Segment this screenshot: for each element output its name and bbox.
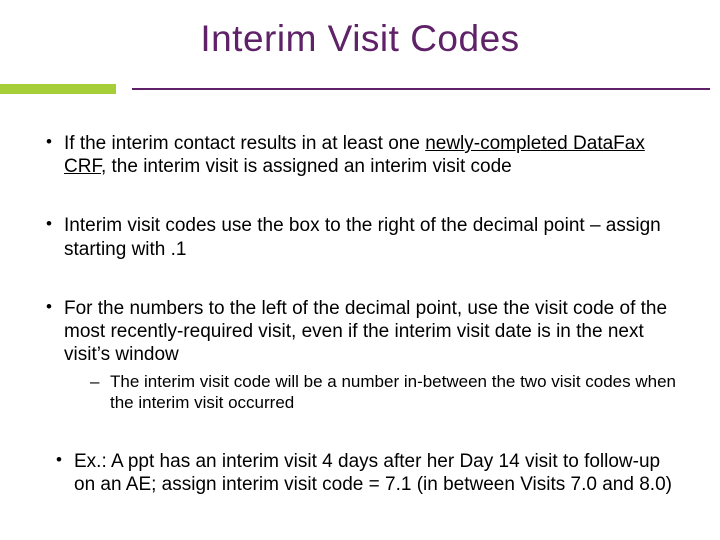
bullet-item: Ex.: A ppt has an interim visit 4 days a…: [54, 450, 676, 496]
bullet-text: Ex.: A ppt has an interim visit 4 days a…: [74, 451, 672, 495]
content-area: If the interim contact results in at lea…: [0, 132, 720, 496]
divider-line: [132, 88, 710, 94]
slide-title: Interim Visit Codes: [0, 18, 720, 60]
bullet-text: Interim visit codes use the box to the r…: [64, 215, 661, 259]
bullet-item: Interim visit codes use the box to the r…: [44, 214, 676, 260]
bullet-list: If the interim contact results in at lea…: [44, 132, 676, 414]
title-area: Interim Visit Codes: [0, 0, 720, 84]
sub-bullet-item: The interim visit code will be a number …: [64, 372, 676, 413]
accent-block: [0, 84, 116, 94]
bullet-text-pre: If the interim contact results in at lea…: [64, 133, 425, 154]
bullet-item: For the numbers to the left of the decim…: [44, 297, 676, 414]
sub-list: The interim visit code will be a number …: [64, 372, 676, 413]
bullet-item: If the interim contact results in at lea…: [44, 132, 676, 178]
bullet-text-post: , the interim visit is assigned an inter…: [101, 156, 512, 177]
divider-row: [0, 84, 720, 94]
bullet-text: For the numbers to the left of the decim…: [64, 298, 667, 365]
sub-bullet-text: The interim visit code will be a number …: [110, 372, 676, 412]
